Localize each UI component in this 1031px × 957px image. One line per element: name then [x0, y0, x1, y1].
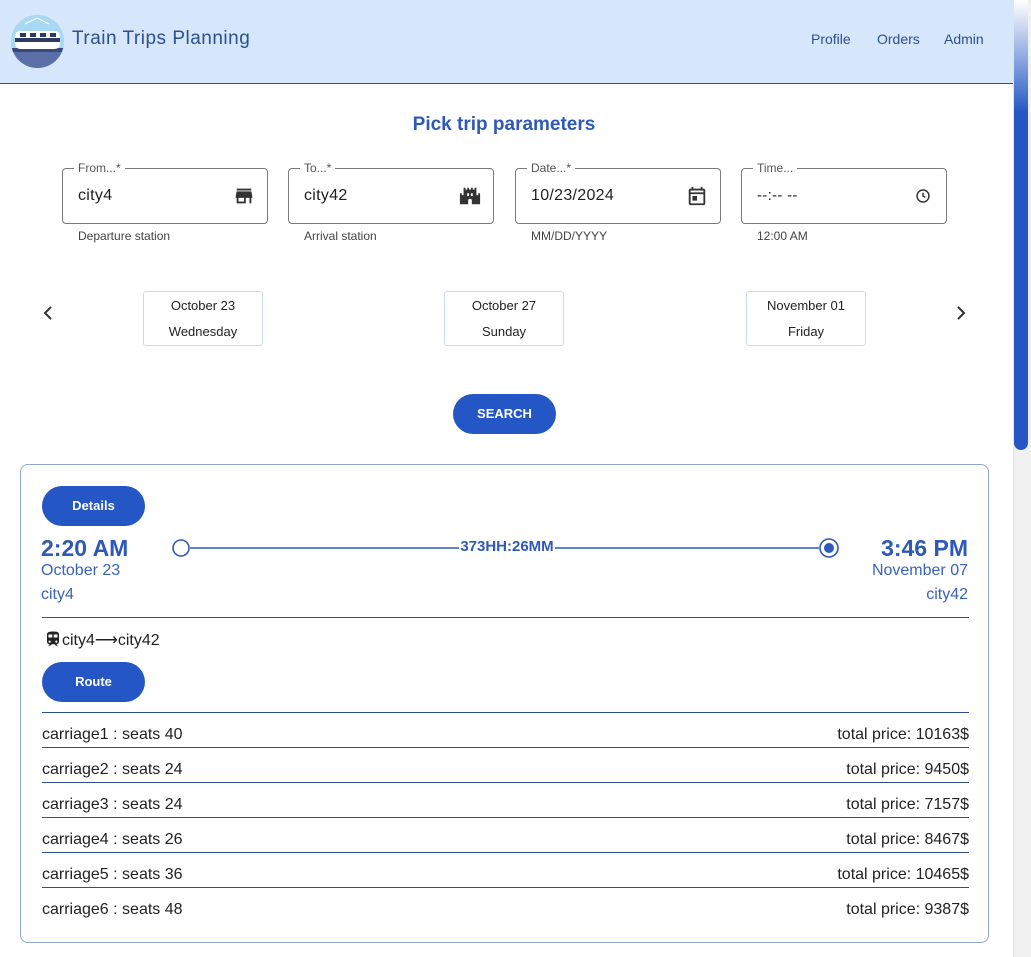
store-icon[interactable]	[233, 185, 255, 207]
carriage-row[interactable]: carriage2 : seats 24 total price: 9450$	[42, 748, 969, 783]
arrival-city: city42	[926, 586, 968, 603]
page-title: Pick trip parameters	[412, 114, 596, 135]
nav-admin[interactable]: Admin	[944, 31, 984, 47]
from-field[interactable]: From...* city4	[62, 161, 268, 224]
app-logo[interactable]	[11, 15, 64, 68]
calendar-icon[interactable]	[686, 185, 708, 207]
scrollbar-thumb[interactable]	[1014, 0, 1028, 450]
departure-date: October 23	[41, 562, 121, 579]
carriage-price: total price: 8467$	[846, 831, 969, 848]
date-chip-3[interactable]: November 01 Friday	[746, 291, 866, 346]
trip-duration-text: 373HH:26MM	[459, 538, 555, 555]
time-field[interactable]: Time... --:-- --	[741, 161, 947, 224]
to-field-label: To...*	[300, 161, 336, 175]
date-chip-2[interactable]: October 27 Sunday	[444, 291, 564, 346]
clock-icon[interactable]	[912, 185, 934, 207]
date-field-value[interactable]: 10/23/2024	[531, 187, 614, 205]
carriage-price: total price: 10465$	[837, 866, 969, 883]
date-field[interactable]: Date...* 10/23/2024	[515, 161, 721, 224]
trip-timeline: 373HH:26MM	[171, 535, 843, 561]
nav-profile[interactable]: Profile	[811, 31, 851, 47]
trip-card: Details 2:20 AM October 23 city4 373HH:2…	[20, 464, 989, 943]
details-button[interactable]: Details	[42, 486, 145, 526]
arrival-date: November 07	[871, 562, 968, 579]
route-to: city42	[117, 632, 160, 649]
date-chip-1[interactable]: October 23 Wednesday	[143, 291, 263, 346]
to-field-value[interactable]: city42	[304, 187, 348, 205]
route-from: city4	[62, 632, 95, 649]
divider	[42, 617, 969, 618]
chevron-left-icon[interactable]	[39, 303, 57, 323]
carriage-price: total price: 9387$	[846, 901, 969, 918]
date-chip-weekday: Friday	[787, 324, 825, 339]
carriage-name: carriage3 : seats 24	[42, 796, 183, 813]
date-chip-date: October 23	[170, 298, 236, 313]
search-button[interactable]: SEARCH	[453, 394, 556, 434]
carriage-name: carriage6 : seats 48	[42, 901, 183, 918]
carriage-name: carriage5 : seats 36	[42, 866, 183, 883]
from-field-label: From...*	[74, 161, 125, 175]
departure-time: 2:20 AM	[41, 535, 129, 561]
departure-city: city4	[41, 586, 74, 603]
carriage-name: carriage1 : seats 40	[42, 726, 183, 743]
time-field-hint: 12:00 AM	[757, 229, 808, 243]
date-chip-weekday: Wednesday	[168, 324, 238, 339]
to-field[interactable]: To...* city42	[288, 161, 494, 224]
route-summary: city4⟶city42	[44, 629, 160, 651]
carriage-row[interactable]: carriage6 : seats 48 total price: 9387$	[42, 888, 969, 923]
arrival-time: 3:46 PM	[881, 535, 968, 561]
carriage-price: total price: 10163$	[837, 726, 969, 743]
carriage-price: total price: 7157$	[846, 796, 969, 813]
from-field-value[interactable]: city4	[78, 187, 112, 205]
app-header: Train Trips Planning Profile Orders Admi…	[0, 0, 1013, 84]
date-field-label: Date...*	[527, 161, 576, 175]
time-field-value[interactable]: --:-- --	[757, 187, 798, 204]
carriage-price: total price: 9450$	[846, 761, 969, 778]
arrow-right-icon: ⟶	[94, 632, 118, 649]
carriage-row[interactable]: carriage1 : seats 40 total price: 10163$	[42, 713, 969, 748]
date-chip-weekday: Sunday	[481, 324, 527, 339]
trip-duration: 373HH:26MM	[171, 538, 843, 555]
carriage-row[interactable]: carriage4 : seats 26 total price: 8467$	[42, 818, 969, 853]
date-chip-date: October 27	[471, 298, 537, 313]
time-field-label: Time...	[753, 161, 798, 175]
nav-orders[interactable]: Orders	[877, 31, 920, 47]
carriage-name: carriage2 : seats 24	[42, 761, 183, 778]
from-field-hint: Departure station	[78, 229, 171, 243]
train-icon	[44, 629, 62, 649]
chevron-right-icon[interactable]	[952, 303, 970, 323]
to-field-hint: Arrival station	[304, 229, 377, 243]
castle-icon[interactable]	[459, 185, 481, 207]
app-title[interactable]: Train Trips Planning	[72, 28, 250, 50]
date-chip-date: November 01	[766, 298, 846, 313]
carriage-name: carriage4 : seats 26	[42, 831, 183, 848]
carriage-row[interactable]: carriage5 : seats 36 total price: 10465$	[42, 853, 969, 888]
route-button[interactable]: Route	[42, 662, 145, 702]
carriage-row[interactable]: carriage3 : seats 24 total price: 7157$	[42, 783, 969, 818]
date-field-hint: MM/DD/YYYY	[531, 229, 608, 243]
